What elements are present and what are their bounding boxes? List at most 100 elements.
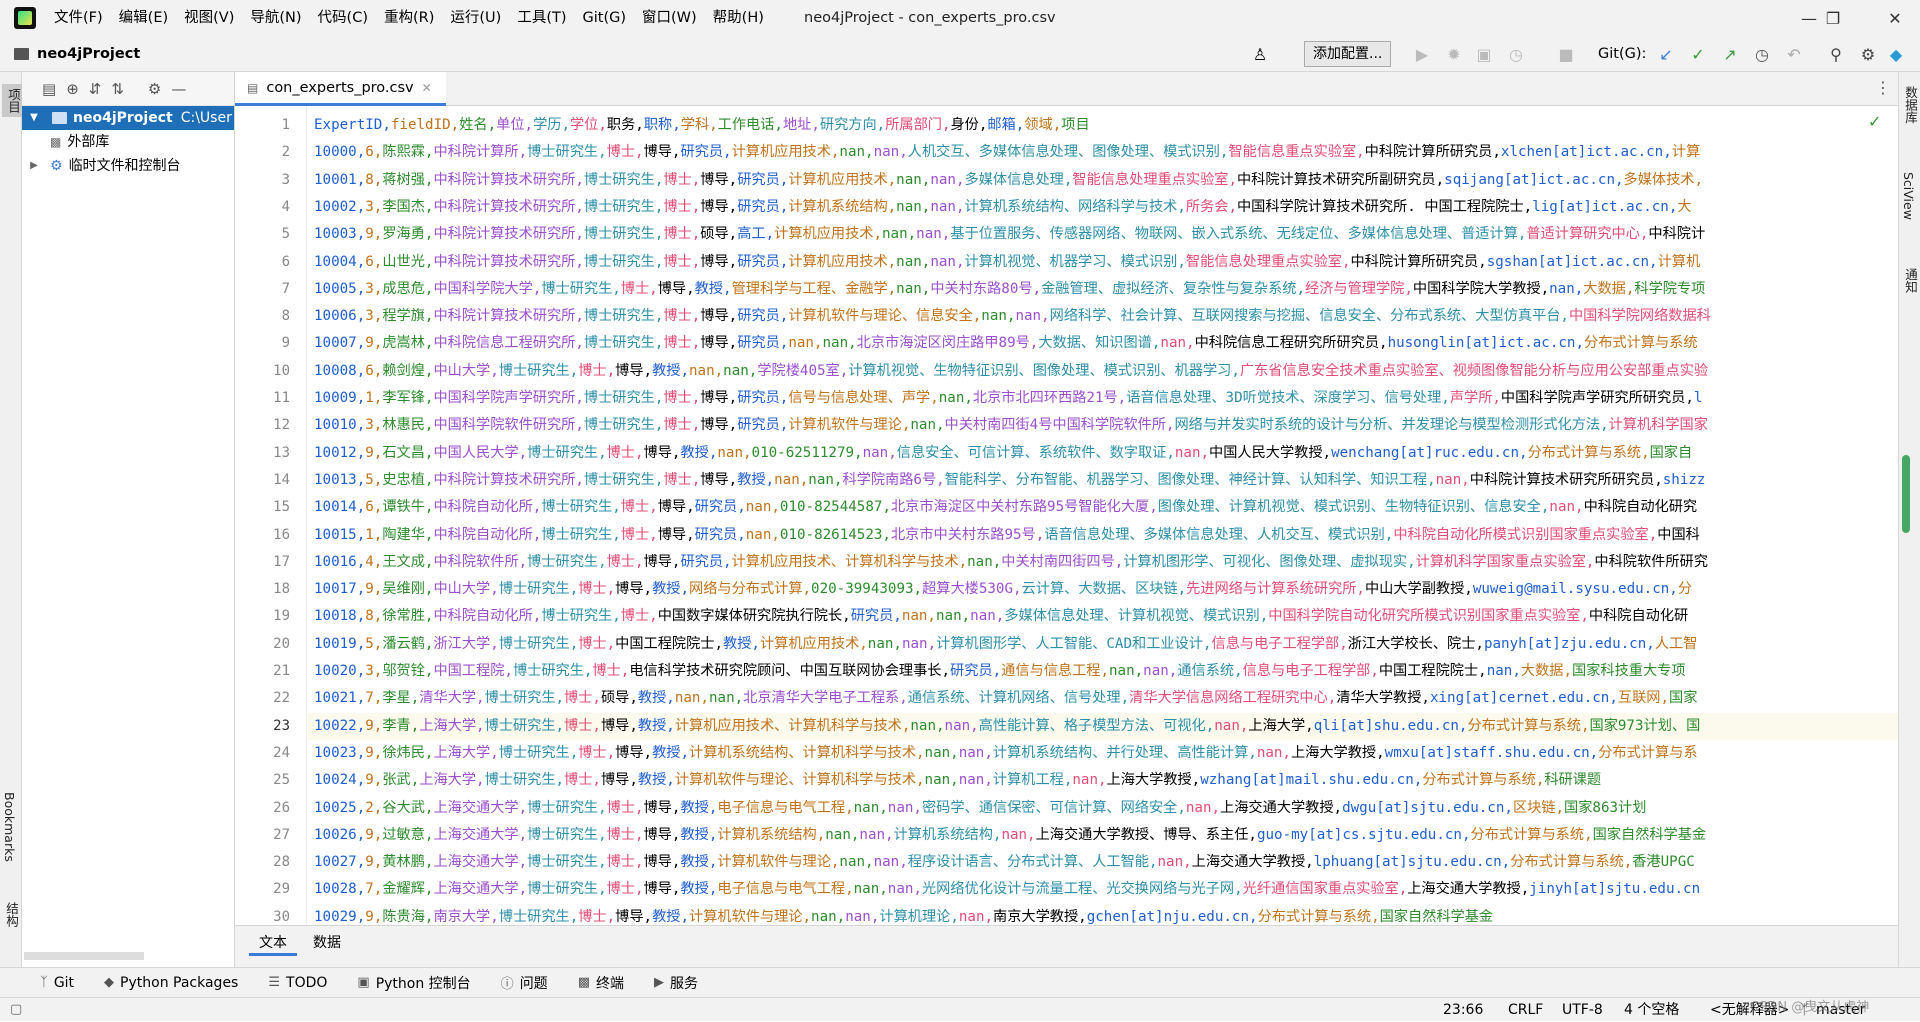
chevron-right-icon[interactable]: ▶ — [26, 154, 42, 178]
csv-line[interactable]: 10010,3,林惠民,中国科学院软件研究所,博士研究生,博士,博导,研究员,计… — [314, 412, 1708, 439]
menu-item[interactable]: 视图(V) — [176, 0, 242, 36]
run-icon[interactable]: ▶ — [1412, 44, 1432, 64]
csv-line[interactable]: 10013,5,史忠植,中科院计算技术研究所,博士研究生,博士,博导,教授,na… — [314, 467, 1705, 494]
panel-layout-icon[interactable]: ▤ — [42, 80, 56, 98]
csv-line[interactable]: 10024,9,张武,上海大学,博士研究生,博士,博导,教授,计算机软件与理论、… — [314, 767, 1601, 794]
csv-line[interactable]: 10012,9,石文昌,中国人民大学,博士研究生,博士,博导,教授,nan,01… — [314, 440, 1692, 467]
vertical-scrollbar-thumb[interactable] — [1902, 455, 1910, 533]
debug-icon[interactable]: ✹ — [1444, 44, 1464, 64]
file-encoding[interactable]: UTF-8 — [1562, 998, 1603, 1022]
close-tab-icon[interactable]: ✕ — [422, 81, 432, 95]
menu-item[interactable]: 窗口(W) — [634, 0, 705, 36]
indent-setting[interactable]: 4 个空格 — [1624, 998, 1679, 1022]
menu-item[interactable]: Git(G) — [575, 0, 635, 36]
more-options-icon[interactable]: ⋮ — [1875, 78, 1891, 97]
git-tool-button[interactable]: ᛉ Git — [40, 975, 74, 991]
csv-line[interactable]: 10018,8,徐常胜,中科院自动化所,博士研究生,博士,中国数字媒体研究院执行… — [314, 603, 1688, 630]
history-icon[interactable]: ◷ — [1752, 44, 1772, 64]
csv-line[interactable]: 10023,9,徐炜民,上海大学,博士研究生,博士,博导,教授,计算机系统结构、… — [314, 740, 1698, 767]
git-push-icon[interactable]: ↗ — [1720, 44, 1740, 64]
chevron-down-icon[interactable]: ▼ — [26, 106, 42, 130]
csv-line[interactable]: 10020,3,邬贺铨,中国工程院,博士研究生,博士,电信科学技术研究院顾问、中… — [314, 658, 1686, 685]
caret-position[interactable]: 23:66 — [1443, 998, 1483, 1022]
menu-item[interactable]: 重构(R) — [376, 0, 442, 36]
python-console-icon: ▣ — [357, 975, 370, 990]
menu-item[interactable]: 编辑(E) — [111, 0, 176, 36]
csv-line[interactable]: 10026,9,过敏意,上海交通大学,博士研究生,博士,博导,教授,计算机系统结… — [314, 822, 1706, 849]
coverage-icon[interactable]: ▣ — [1474, 44, 1494, 64]
structure-tool-tab[interactable]: 结构 — [2, 902, 21, 927]
horizontal-scrollbar[interactable] — [24, 952, 144, 960]
menu-item[interactable]: 导航(N) — [242, 0, 309, 36]
csv-line[interactable]: 10002,3,李国杰,中科院计算技术研究所,博士研究生,博士,博导,研究员,计… — [314, 194, 1692, 221]
project-breadcrumb[interactable]: neo4jProject — [14, 36, 140, 72]
menu-item[interactable]: 工具(T) — [509, 0, 574, 36]
inspection-ok-icon[interactable]: ✓ — [1868, 112, 1881, 131]
csv-line[interactable]: 10001,8,蒋树强,中科院计算技术研究所,博士研究生,博士,博导,研究员,计… — [314, 167, 1703, 194]
hide-panel-icon[interactable]: — — [171, 80, 186, 98]
csv-line[interactable]: ExpertID,fieldID,姓名,单位,学历,学位,职务,职称,学科,工作… — [314, 112, 1090, 139]
csv-line[interactable]: 10006,3,程学旗,中科院计算技术研究所,博士研究生,博士,博导,研究员,计… — [314, 303, 1711, 330]
tab-con-experts-pro[interactable]: ▤ con_experts_pro.csv ✕ — [235, 72, 446, 106]
csv-line[interactable]: 10014,6,谭铁牛,中科院自动化所,博士研究生,博士,博导,研究员,nan,… — [314, 494, 1697, 521]
csv-line[interactable]: 10008,6,赖剑煌,中山大学,博士研究生,博士,博导,教授,nan,nan,… — [314, 358, 1708, 385]
library-icon: ▩ — [50, 135, 62, 149]
git-update-icon[interactable]: ↙ — [1656, 44, 1676, 64]
todo-tool-button[interactable]: ☰ TODO — [268, 975, 327, 991]
csv-line[interactable]: 10028,7,金耀辉,上海交通大学,博士研究生,博士,博导,教授,电子信息与电… — [314, 876, 1700, 903]
database-tool-tab[interactable]: 数据库 — [1901, 86, 1920, 124]
settings-icon[interactable]: ⚙ — [1858, 44, 1878, 64]
restore-button[interactable]: ❐ — [1810, 0, 1856, 36]
line-number: 11 — [273, 390, 290, 406]
toggle-tool-windows-icon[interactable]: ▢ — [10, 998, 22, 1022]
menu-item[interactable]: 帮助(H) — [705, 0, 772, 36]
tree-item-external-libs[interactable]: ▩ 外部库 — [22, 130, 109, 154]
csv-line[interactable]: 10029,9,陈贵海,南京大学,博士研究生,博士,博导,教授,计算机软件与理论… — [314, 904, 1493, 925]
collapse-all-icon[interactable]: ⇅ — [111, 80, 124, 98]
csv-line[interactable]: 10007,9,虎嵩林,中科院信息工程研究所,博士研究生,博士,博导,研究员,n… — [314, 330, 1698, 357]
add-configuration-button[interactable]: 添加配置... — [1304, 41, 1392, 67]
jetbrains-ai-icon[interactable]: ◆ — [1886, 44, 1906, 64]
gear-icon[interactable]: ⚙ — [148, 80, 161, 98]
tree-item-scratches[interactable]: ▶ ⚙ 临时文件和控制台 — [22, 154, 180, 178]
csv-editor[interactable]: ExpertID,fieldID,姓名,单位,学历,学位,职务,职称,学科,工作… — [308, 106, 1898, 925]
tab-data-view[interactable]: 数据 — [303, 926, 351, 952]
csv-line[interactable]: 10022,9,李青,上海大学,博士研究生,博士,博导,教授,计算机应用技术、计… — [314, 713, 1700, 740]
line-number: 2 — [281, 144, 290, 161]
sciview-tool-tab[interactable]: SciView — [1901, 172, 1916, 220]
stop-icon[interactable]: ■ — [1556, 44, 1576, 64]
expand-all-icon[interactable]: ⇵ — [89, 80, 102, 98]
line-separator[interactable]: CRLF — [1508, 998, 1543, 1022]
csv-line[interactable]: 10027,9,黄林鹏,上海交通大学,博士研究生,博士,博导,教授,计算机软件与… — [314, 849, 1695, 876]
notifications-tool-tab[interactable]: 通知 — [1901, 268, 1920, 293]
python-packages-tool-button[interactable]: ◆ Python Packages — [104, 975, 238, 991]
profile-icon[interactable]: ◷ — [1506, 44, 1526, 64]
close-window-button[interactable]: ✕ — [1872, 0, 1918, 36]
csv-line[interactable]: 10004,6,山世光,中科院计算技术研究所,博士研究生,博士,博导,研究员,计… — [314, 249, 1700, 276]
csv-line[interactable]: 10003,9,罗海勇,中科院计算技术研究所,博士研究生,博士,硕导,高工,计算… — [314, 221, 1705, 248]
terminal-tool-button[interactable]: ▩ 终端 — [578, 973, 624, 993]
user-icon[interactable]: ♙ — [1250, 44, 1270, 64]
python-console-tool-button[interactable]: ▣ Python 控制台 — [357, 973, 470, 993]
csv-line[interactable]: 10017,9,吴维刚,中山大学,博士研究生,博士,博导,教授,网络与分布式计算… — [314, 576, 1692, 603]
tree-item-project-root[interactable]: ▼ neo4jProject C:\User — [22, 106, 234, 130]
csv-line[interactable]: 10025,2,谷大武,上海交通大学,博士研究生,博士,博导,教授,电子信息与电… — [314, 795, 1646, 822]
csv-line[interactable]: 10009,1,李军锋,中国科学院声学研究所,博士研究生,博士,博导,研究员,信… — [314, 385, 1702, 412]
tab-text-view[interactable]: 文本 — [249, 926, 297, 956]
csv-line[interactable]: 10019,5,潘云鹤,浙江大学,博士研究生,博士,中国工程院院士,教授,计算机… — [314, 631, 1697, 658]
menu-item[interactable]: 文件(F) — [46, 0, 111, 36]
csv-line[interactable]: 10000,6,陈熙霖,中科院计算所,博士研究生,博士,博导,研究员,计算机应用… — [314, 139, 1700, 166]
problems-tool-button[interactable]: ⓘ 问题 — [501, 973, 548, 993]
csv-line[interactable]: 10021,7,李星,清华大学,博士研究生,博士,硕导,教授,nan,nan,北… — [314, 685, 1697, 712]
rollback-icon[interactable]: ↶ — [1784, 44, 1804, 64]
menu-item[interactable]: 运行(U) — [442, 0, 509, 36]
csv-line[interactable]: 10015,1,陶建华,中科院自动化所,博士研究生,博士,博导,研究员,nan,… — [314, 522, 1700, 549]
bookmarks-tool-tab[interactable]: Bookmarks — [2, 792, 17, 862]
git-commit-icon[interactable]: ✓ — [1688, 44, 1708, 64]
menu-item[interactable]: 代码(C) — [310, 0, 376, 36]
csv-line[interactable]: 10005,3,成思危,中国科学院大学,博士研究生,博士,博导,教授,管理科学与… — [314, 276, 1705, 303]
csv-line[interactable]: 10016,4,王文成,中科院软件所,博士研究生,博士,博导,研究员,计算机应用… — [314, 549, 1708, 576]
search-icon[interactable]: ⚲ — [1826, 44, 1846, 64]
services-tool-button[interactable]: ▶ 服务 — [654, 973, 698, 993]
locate-icon[interactable]: ⊕ — [66, 80, 79, 98]
